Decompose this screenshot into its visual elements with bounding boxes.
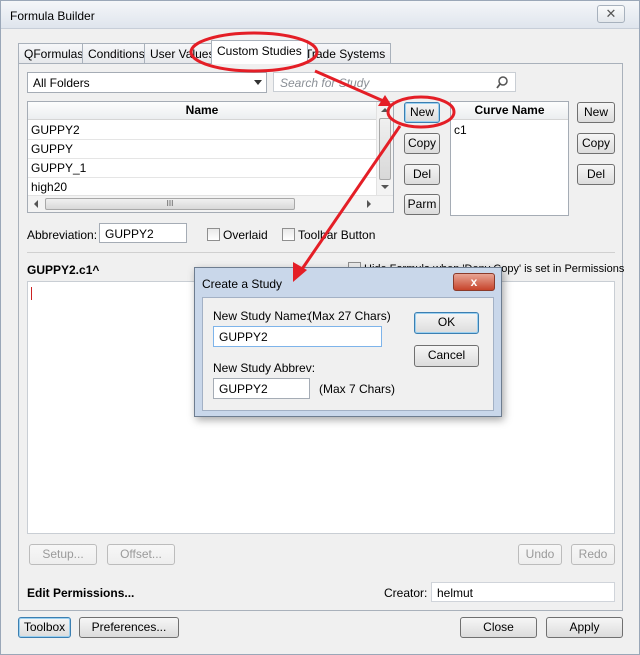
window-close-button[interactable]: ✕	[597, 5, 625, 23]
abbreviation-field[interactable]: GUPPY2	[99, 223, 187, 243]
parm-button[interactable]: Parm	[404, 194, 440, 215]
chevron-down-icon	[254, 80, 262, 85]
divider	[27, 252, 615, 253]
abbreviation-label: Abbreviation:	[27, 228, 98, 242]
scroll-thumb[interactable]	[379, 118, 391, 180]
dialog-body: New Study Name: (Max 27 Chars) GUPPY2 Ne…	[202, 297, 494, 411]
search-icon	[496, 76, 508, 89]
toolbox-button[interactable]: Toolbox	[18, 617, 71, 638]
text-cursor	[31, 287, 32, 300]
cancel-button[interactable]: Cancel	[414, 345, 479, 367]
search-placeholder: Search for Study	[280, 76, 370, 90]
copy-study-button[interactable]: Copy	[404, 133, 440, 154]
undo-button[interactable]: Undo	[518, 544, 562, 565]
new-study-name-field[interactable]: GUPPY2	[213, 326, 382, 347]
toolbar-button-checkbox[interactable]	[282, 228, 295, 241]
list-item[interactable]: GUPPY_1	[28, 159, 376, 178]
edit-permissions-link[interactable]: Edit Permissions...	[27, 586, 134, 600]
scroll-thumb[interactable]: III	[45, 198, 295, 210]
new-study-name-hint: (Max 27 Chars)	[308, 309, 391, 323]
list-item[interactable]: GUPPY2	[28, 121, 376, 140]
apply-button[interactable]: Apply	[546, 617, 623, 638]
preferences-button[interactable]: Preferences...	[79, 617, 179, 638]
create-study-dialog: Create a Study x New Study Name: (Max 27…	[194, 267, 502, 417]
tab-conditions[interactable]: Conditions	[82, 43, 151, 63]
creator-field[interactable]: helmut	[431, 582, 615, 602]
curve-list-header[interactable]: Curve Name	[451, 102, 568, 120]
study-list-vscroll[interactable]	[376, 102, 393, 195]
tab-qformulas[interactable]: QFormulas	[18, 43, 90, 63]
title-bar[interactable]: Formula Builder ✕	[1, 1, 639, 29]
study-list[interactable]: Name GUPPY2 GUPPY GUPPY_1 high20 III	[27, 101, 394, 213]
study-list-hscroll[interactable]: III	[28, 195, 393, 212]
delete-study-button[interactable]: Del	[404, 164, 440, 185]
new-study-abbrev-hint: (Max 7 Chars)	[319, 382, 396, 396]
scroll-down-icon[interactable]	[381, 185, 389, 189]
new-study-abbrev-label: New Study Abbrev:	[213, 361, 316, 375]
redo-button[interactable]: Redo	[571, 544, 615, 565]
study-list-header[interactable]: Name	[28, 102, 376, 120]
new-study-button[interactable]: New	[404, 102, 440, 123]
tab-user-values[interactable]: User Values	[144, 43, 221, 63]
dialog-title: Create a Study	[202, 277, 283, 291]
offset-button[interactable]: Offset...	[107, 544, 175, 565]
toolbar-button-label: Toolbar Button	[298, 228, 376, 242]
list-item[interactable]: c1	[451, 121, 568, 140]
tab-trade-systems[interactable]: Trade Systems	[299, 43, 392, 63]
close-button[interactable]: Close	[460, 617, 537, 638]
scroll-left-icon[interactable]	[34, 200, 38, 208]
new-study-abbrev-field[interactable]: GUPPY2	[213, 378, 310, 399]
curve-list[interactable]: Curve Name c1	[450, 101, 569, 216]
folder-select[interactable]: All Folders	[27, 72, 267, 93]
study-search-input[interactable]: Search for Study	[273, 72, 516, 92]
overlaid-label: Overlaid	[223, 228, 268, 242]
ok-button[interactable]: OK	[414, 312, 479, 334]
overlaid-checkbox[interactable]	[207, 228, 220, 241]
setup-button[interactable]: Setup...	[29, 544, 97, 565]
scroll-right-icon[interactable]	[367, 200, 371, 208]
dialog-close-button[interactable]: x	[453, 273, 495, 291]
creator-label: Creator:	[384, 586, 428, 600]
window-title: Formula Builder	[10, 9, 95, 23]
folder-select-value: All Folders	[33, 76, 90, 90]
formula-title: GUPPY2.c1^	[27, 263, 100, 277]
copy-curve-button[interactable]: Copy	[577, 133, 615, 154]
new-study-name-label: New Study Name:	[213, 309, 310, 323]
scroll-up-icon[interactable]	[381, 108, 389, 112]
new-curve-button[interactable]: New	[577, 102, 615, 123]
delete-curve-button[interactable]: Del	[577, 164, 615, 185]
list-item[interactable]: GUPPY	[28, 140, 376, 159]
tab-custom-studies[interactable]: Custom Studies	[211, 40, 308, 64]
